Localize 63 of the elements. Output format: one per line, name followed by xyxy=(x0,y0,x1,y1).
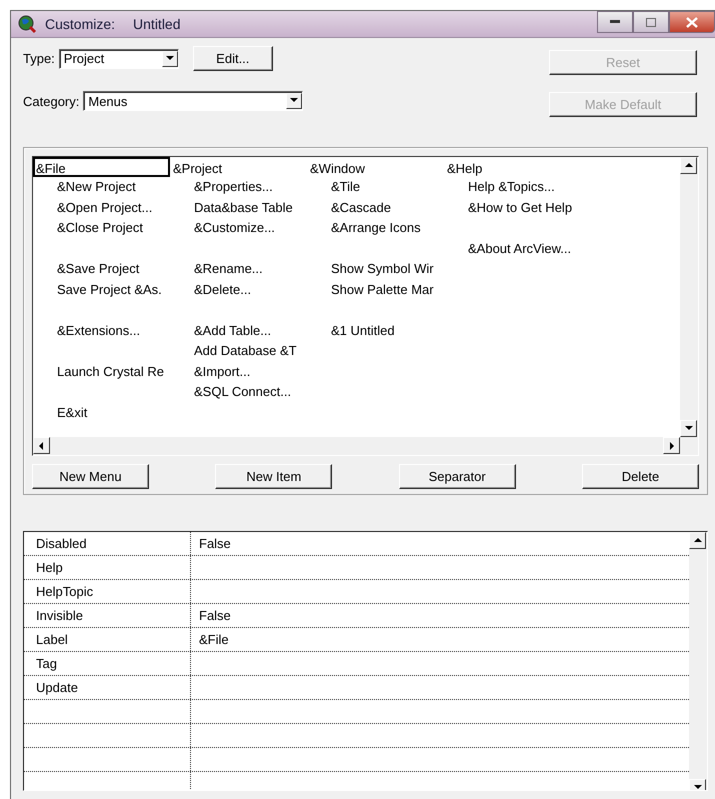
property-value[interactable]: &File xyxy=(199,632,229,647)
property-name: HelpTopic xyxy=(24,580,191,603)
property-name: Update xyxy=(24,676,191,699)
menu-item[interactable]: Data&base Table xyxy=(194,200,293,214)
maximize-icon xyxy=(646,18,656,26)
window-title: Customize: xyxy=(45,16,116,32)
menu-item[interactable]: &Rename... xyxy=(194,261,263,276)
menu-action-button[interactable]: New Menu xyxy=(32,464,149,489)
menu-item[interactable]: &Properties... xyxy=(194,179,273,194)
vertical-scrollbar[interactable] xyxy=(689,532,707,790)
property-value[interactable]: False xyxy=(199,536,231,551)
menu-item[interactable]: &1 Untitled xyxy=(331,322,395,338)
property-value[interactable]: False xyxy=(199,608,231,623)
edit-button[interactable]: Edit... xyxy=(192,46,273,71)
menu-item[interactable]: &Import... xyxy=(194,364,250,378)
category-dropdown[interactable]: Menus xyxy=(83,91,304,111)
menu-item[interactable]: Launch Crystal Re xyxy=(57,364,164,378)
menu-item[interactable]: Show Symbol Wir xyxy=(331,261,434,276)
document-name: Untitled xyxy=(133,16,180,32)
menu-action-button[interactable]: Delete xyxy=(582,464,699,489)
vertical-scrollbar[interactable] xyxy=(680,157,698,437)
menu-action-button[interactable]: Separator xyxy=(398,464,516,489)
menu-header[interactable]: &File xyxy=(33,157,170,177)
menu-item[interactable]: E&xit xyxy=(57,404,88,420)
type-label: Type: xyxy=(23,51,55,66)
close-icon xyxy=(686,16,698,28)
minimize-icon xyxy=(610,20,620,24)
menu-item[interactable]: &Delete... xyxy=(194,282,252,296)
property-name: Label xyxy=(24,628,191,651)
property-name: Invisible xyxy=(24,604,191,627)
menu-item[interactable]: &Extensions... xyxy=(57,322,140,338)
scrollbar-corner xyxy=(680,437,698,455)
menu-item[interactable]: &Open Project... xyxy=(57,200,152,214)
globe-magnifier-icon xyxy=(17,14,37,34)
property-name: Disabled xyxy=(24,532,191,555)
menu-item[interactable]: &Arrange Icons xyxy=(331,220,421,235)
menu-item[interactable]: &How to Get Help xyxy=(468,200,572,214)
menu-item[interactable]: Show Palette Mar xyxy=(331,282,434,296)
menu-item[interactable]: &About ArcView... xyxy=(468,240,572,256)
menu-header[interactable]: &Project xyxy=(170,157,307,177)
menu-item[interactable]: Save Project &As. xyxy=(57,282,162,296)
property-name: Tag xyxy=(24,652,191,675)
menu-header[interactable]: &Window xyxy=(307,157,444,177)
menu-header[interactable]: &Help xyxy=(444,157,581,177)
type-dropdown[interactable]: Project xyxy=(58,48,179,68)
menu-item[interactable]: &SQL Connect... xyxy=(194,384,292,399)
menu-item[interactable]: &New Project xyxy=(57,179,136,194)
menu-item[interactable]: &Save Project xyxy=(57,261,140,276)
menu-item[interactable]: Help &Topics... xyxy=(468,179,555,194)
menu-item[interactable]: &Cascade xyxy=(331,200,391,214)
menu-action-button[interactable]: New Item xyxy=(215,464,332,489)
scroll-down-icon xyxy=(692,782,702,790)
menu-item[interactable]: &Add Table... xyxy=(194,322,272,338)
menu-item[interactable]: Add Database &T xyxy=(194,343,297,358)
category-label: Category: xyxy=(23,94,80,108)
property-name: Help xyxy=(24,556,191,579)
menu-item[interactable]: &Close Project xyxy=(57,220,143,235)
minimize-button[interactable] xyxy=(597,11,633,33)
close-button[interactable] xyxy=(669,11,715,33)
horizontal-scrollbar[interactable] xyxy=(33,437,680,455)
menu-item[interactable]: &Customize... xyxy=(194,220,275,235)
maximize-button[interactable] xyxy=(633,11,669,33)
menu-item[interactable]: &Tile xyxy=(331,179,360,194)
